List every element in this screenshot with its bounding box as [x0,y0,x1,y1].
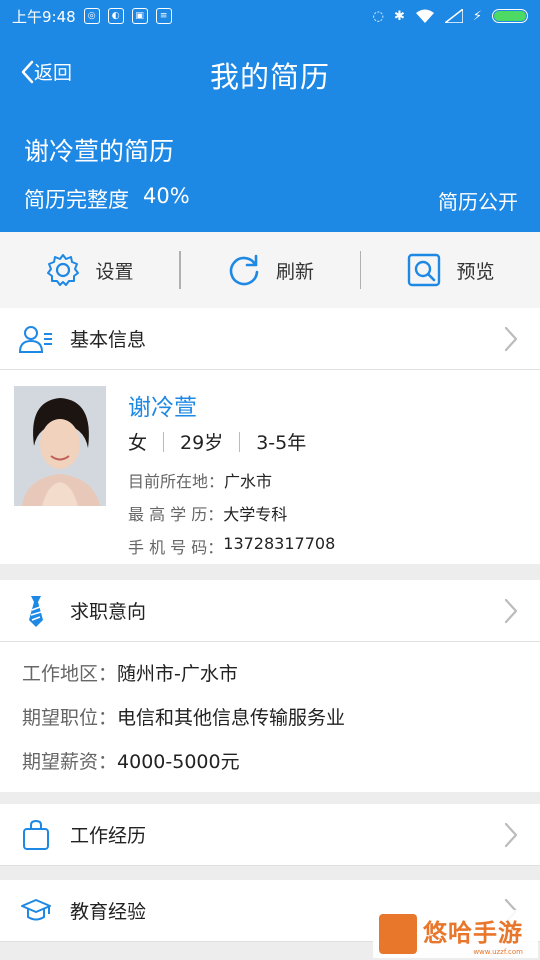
experience-years: 3-5年 [256,432,307,454]
education-title: 教育经验 [70,901,147,923]
phone-label: 手 机 号 码： [128,538,224,557]
education-value: 大学专科 [223,505,288,524]
profile-name: 谢冷萱 [128,395,197,421]
status-time: 上午9:48 [12,7,76,26]
basic-info-header[interactable]: 基本信息 [0,308,540,370]
gender: 女 [128,432,148,454]
work-area-label: 工作地区： [22,662,118,685]
completeness-value: 40% [143,184,190,208]
nfc-icon: ◌ [372,8,384,24]
signal-icon [444,9,463,23]
divider [239,431,241,452]
chevron-right-icon [504,326,518,352]
resume-name-title: 谢冷萱的简历 [24,137,175,166]
work-experience-header[interactable]: 工作经历 [0,804,540,866]
phone-row: 手 机 号 码： 13728317708 [128,534,335,558]
tie-icon [18,593,54,629]
chevron-right-icon [504,598,518,624]
expected-salary-value: 4000-5000元 [117,750,240,773]
location-label: 目前所在地： [128,472,225,491]
graduation-cap-icon [18,893,54,929]
settings-button[interactable]: 设置 [0,232,179,308]
chevron-right-icon [504,822,518,848]
refresh-label: 刷新 [275,260,314,283]
briefcase-icon [18,817,54,853]
expected-salary-label: 期望薪资： [22,750,118,773]
message-notification-icon: ▣ [131,8,148,24]
watermark-logo-icon [379,914,417,954]
age: 29岁 [180,432,224,454]
preview-search-icon [408,253,441,287]
preview-label: 预览 [456,260,495,283]
work-experience-title: 工作经历 [70,825,147,847]
expected-position-row: 期望职位： 电信和其他信息传输服务业 [0,694,540,738]
job-intent-details: 工作地区： 随州市-广水市 期望职位： 电信和其他信息传输服务业 期望薪资： 4… [0,642,540,792]
profile-tags: 女 29岁 3-5年 [128,428,306,455]
charging-icon: ⚡ [472,8,482,24]
navigation-bar: 返回 我的简历 [0,32,540,114]
user-profile-icon [18,321,54,357]
phone-value: 13728317708 [223,534,336,553]
action-bar: 设置 刷新 预览 [0,232,540,308]
page-title: 我的简历 [209,60,330,94]
divider [163,431,165,452]
bluetooth-icon: ✱ [393,8,405,24]
work-experience-card: 工作经历 [0,804,540,866]
watermark-text: 悠哈手游 [423,918,523,947]
refresh-icon [229,254,259,286]
status-bar: 上午9:48 ◎ ◐ ▣ ≡ ◌ ✱ ⚡ [0,0,540,32]
education-row: 最 高 学 历： 大学专科 [128,501,287,525]
location-row: 目前所在地： 广水市 [128,468,272,492]
app-notification-icon: ◐ [107,8,124,24]
wifi-icon [415,9,434,23]
battery-icon [492,9,528,23]
expected-position-value: 电信和其他信息传输服务业 [117,706,346,729]
location-value: 广水市 [224,472,273,491]
refresh-button[interactable]: 刷新 [181,232,360,308]
job-intent-card: 求职意向 工作地区： 随州市-广水市 期望职位： 电信和其他信息传输服务业 期望… [0,580,540,792]
preview-button[interactable]: 预览 [361,232,540,308]
job-intent-header[interactable]: 求职意向 [0,580,540,642]
expected-position-label: 期望职位： [22,706,118,729]
gear-icon [47,254,80,286]
settings-label: 设置 [95,260,134,283]
resume-header: 谢冷萱的简历 简历完整度 40% 简历公开 [0,114,540,232]
work-area-value: 随州市-广水市 [117,662,238,685]
avatar [14,386,106,506]
watermark-url: www.uzzf.com [473,947,523,956]
work-area-row: 工作地区： 随州市-广水市 [0,650,540,694]
profile-summary: 谢冷萱 女 29岁 3-5年 目前所在地： 广水市 最 高 学 历： 大学专科 … [0,370,540,564]
completeness-label: 简历完整度 [24,188,129,212]
site-watermark: 悠哈手游 www.uzzf.com [373,910,538,958]
expected-salary-row: 期望薪资： 4000-5000元 [0,738,540,782]
basic-info-card: 基本信息 谢冷萱 女 29岁 3-5年 目前所在地： 广水市 最 高 学 历： … [0,308,540,564]
education-label: 最 高 学 历： [128,505,224,524]
resume-completeness: 简历完整度 40% [24,184,190,214]
basic-info-title: 基本信息 [70,329,147,351]
resume-public-toggle[interactable]: 简历公开 [438,186,518,215]
doc-notification-icon: ≡ [155,8,172,24]
job-intent-title: 求职意向 [70,601,147,623]
weibo-notification-icon: ◎ [83,8,100,24]
